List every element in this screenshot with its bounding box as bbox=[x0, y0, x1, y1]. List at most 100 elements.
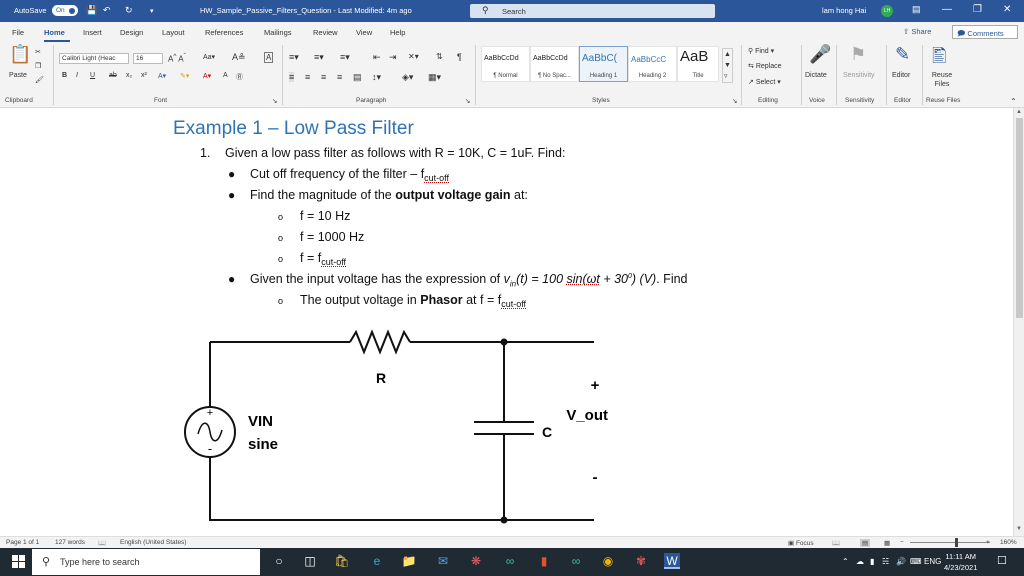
word-icon[interactable]: W bbox=[664, 553, 680, 569]
reuse-files-icon[interactable]: 🖺 bbox=[932, 44, 946, 74]
arduino-icon[interactable]: ∞ bbox=[502, 553, 518, 569]
minimize-icon[interactable]: — bbox=[942, 4, 952, 15]
language-icon[interactable]: ⌨ bbox=[910, 557, 922, 566]
list-item[interactable]: Cut off frequency of the filter – fcut-o… bbox=[250, 167, 449, 183]
font-name-select[interactable]: Calibri Light (Heac bbox=[59, 53, 129, 64]
list-item[interactable]: f = fcut-off bbox=[300, 251, 346, 267]
share-button[interactable]: ⇧ Share bbox=[903, 27, 931, 36]
asian-layout-icon[interactable]: ✕▾ bbox=[408, 52, 419, 61]
style-title[interactable]: AaB Title bbox=[677, 46, 719, 82]
undo-icon[interactable]: ↶ bbox=[103, 5, 111, 16]
tab-home[interactable]: Home bbox=[44, 28, 65, 37]
taskbar-search[interactable]: ⚲ Type here to search bbox=[32, 549, 260, 575]
clock[interactable]: 11:11 AM 4/23/2021 bbox=[944, 551, 977, 573]
line-spacing-icon[interactable]: ↕▾ bbox=[372, 72, 381, 83]
shading-icon[interactable]: A bbox=[223, 72, 228, 79]
font-dialog-launcher-icon[interactable]: ↘ bbox=[272, 97, 277, 105]
select-button[interactable]: ↗ Select ▾ bbox=[748, 78, 781, 86]
superscript-icon[interactable]: x² bbox=[141, 72, 147, 79]
close-icon[interactable]: ✕ bbox=[1003, 4, 1011, 15]
battery-icon[interactable]: ▮ bbox=[870, 557, 874, 566]
underline-icon[interactable]: U bbox=[90, 72, 95, 79]
mail-icon[interactable]: ✉ bbox=[435, 553, 451, 569]
align-right-icon[interactable]: ≡ bbox=[321, 72, 326, 82]
zoom-out-icon[interactable]: − bbox=[900, 539, 904, 546]
wifi-icon[interactable]: ☵ bbox=[882, 557, 889, 566]
proofing-icon[interactable]: 📖 bbox=[98, 539, 106, 547]
tab-layout[interactable]: Layout bbox=[162, 28, 185, 37]
paste-icon[interactable]: 📋 bbox=[9, 44, 31, 65]
paint-icon[interactable]: ✾ bbox=[633, 553, 649, 569]
scroll-thumb[interactable] bbox=[1016, 118, 1023, 318]
dictate-button[interactable]: Dictate bbox=[805, 72, 827, 79]
microphone-icon[interactable]: 🎤 bbox=[809, 44, 831, 65]
multilevel-list-icon[interactable]: ≡▾ bbox=[340, 52, 350, 63]
arduino-icon[interactable]: ∞ bbox=[568, 553, 584, 569]
paragraph-dialog-launcher-icon[interactable]: ↘ bbox=[465, 97, 470, 105]
question-intro[interactable]: Given a low pass filter as follows with … bbox=[225, 146, 565, 160]
list-item[interactable]: The output voltage in Phasor at f = fcut… bbox=[300, 293, 526, 309]
scroll-down-icon[interactable]: ▼ bbox=[1016, 526, 1022, 532]
tab-review[interactable]: Review bbox=[313, 28, 338, 37]
text-effects-icon[interactable]: A▾ bbox=[158, 72, 166, 80]
page-count[interactable]: Page 1 of 1 bbox=[6, 539, 39, 546]
sensitivity-icon[interactable]: ⚑ bbox=[850, 44, 866, 65]
focus-button[interactable]: ▣ Focus bbox=[788, 539, 814, 547]
scroll-up-icon[interactable]: ▲ bbox=[1016, 109, 1022, 115]
notifications-icon[interactable]: ☐ bbox=[997, 554, 1007, 567]
style-heading-2[interactable]: AaBbCcC Heading 2 bbox=[628, 46, 677, 82]
edge-icon[interactable]: e bbox=[369, 553, 385, 569]
enclose-icon[interactable]: Ⓡ bbox=[236, 72, 243, 82]
editor-icon[interactable]: ✎ bbox=[895, 44, 910, 65]
chrome-icon[interactable]: ◉ bbox=[600, 553, 616, 569]
copy-icon[interactable]: ❐ bbox=[35, 62, 41, 70]
increase-indent-icon[interactable]: ⇥ bbox=[389, 52, 397, 63]
task-view-icon[interactable]: ◫ bbox=[302, 553, 318, 569]
windows-start-icon[interactable] bbox=[12, 555, 25, 568]
zoom-level[interactable]: 160% bbox=[1000, 539, 1017, 546]
change-case-icon[interactable]: Aa▾ bbox=[203, 53, 215, 61]
tab-help[interactable]: Help bbox=[390, 28, 405, 37]
italic-icon[interactable]: I bbox=[76, 72, 78, 79]
find-button[interactable]: ⚲ Find ▾ bbox=[748, 47, 774, 55]
subscript-icon[interactable]: x₂ bbox=[126, 72, 132, 79]
borders-icon[interactable]: ▦▾ bbox=[428, 72, 441, 83]
file-explorer-icon[interactable]: 📁 bbox=[401, 553, 417, 569]
character-border-icon[interactable]: A bbox=[264, 52, 274, 63]
zoom-slider-thumb[interactable] bbox=[955, 538, 958, 547]
distributed-icon[interactable]: ▤ bbox=[353, 72, 362, 83]
print-layout-icon[interactable]: ▤ bbox=[860, 539, 871, 547]
list-item[interactable]: f = 10 Hz bbox=[300, 209, 350, 223]
highlight-icon[interactable]: ✎▾ bbox=[180, 72, 189, 80]
customize-toolbar-icon[interactable]: ▾ bbox=[150, 7, 154, 15]
comments-button[interactable]: 🗩 Comments bbox=[952, 25, 1018, 39]
font-size-select[interactable]: 16 bbox=[133, 53, 163, 64]
numbering-icon[interactable]: ≡▾ bbox=[314, 52, 324, 63]
style-no-spacing[interactable]: AaBbCcDd ¶ No Spac... bbox=[530, 46, 579, 82]
bold-icon[interactable]: B bbox=[62, 72, 67, 79]
language-indicator[interactable]: English (United States) bbox=[120, 539, 186, 546]
tab-references[interactable]: References bbox=[205, 28, 243, 37]
list-item[interactable]: f = 1000 Hz bbox=[300, 230, 364, 244]
format-painter-icon[interactable]: 🖌 bbox=[35, 76, 44, 84]
office-icon[interactable]: ▮ bbox=[536, 553, 552, 569]
tab-view[interactable]: View bbox=[356, 28, 372, 37]
tray-chevron-icon[interactable]: ⌃ bbox=[842, 557, 849, 566]
autosave-toggle[interactable]: On bbox=[52, 5, 78, 16]
vertical-scrollbar[interactable]: ▲ ▼ bbox=[1013, 108, 1024, 536]
grow-font-icon[interactable]: A^ Aˇ bbox=[168, 53, 186, 64]
restore-icon[interactable]: ❐ bbox=[973, 4, 982, 15]
save-icon[interactable]: 💾 bbox=[86, 5, 97, 16]
search-box[interactable]: ⚲ Search bbox=[470, 4, 715, 18]
list-item[interactable]: Find the magnitude of the output voltage… bbox=[250, 188, 528, 202]
tab-design[interactable]: Design bbox=[120, 28, 143, 37]
list-item[interactable]: Given the input voltage has the expressi… bbox=[250, 272, 688, 289]
zoom-slider[interactable] bbox=[910, 542, 990, 543]
avatar[interactable]: LH bbox=[881, 5, 893, 17]
page-title[interactable]: Example 1 – Low Pass Filter bbox=[173, 118, 414, 140]
collapse-ribbon-icon[interactable]: ⌃ bbox=[1010, 97, 1017, 106]
word-count[interactable]: 127 words bbox=[55, 539, 85, 546]
onedrive-icon[interactable]: ☁ bbox=[856, 557, 864, 566]
font-color-icon[interactable]: A▾ bbox=[203, 72, 211, 80]
store-icon[interactable]: 🛍 bbox=[334, 553, 350, 569]
